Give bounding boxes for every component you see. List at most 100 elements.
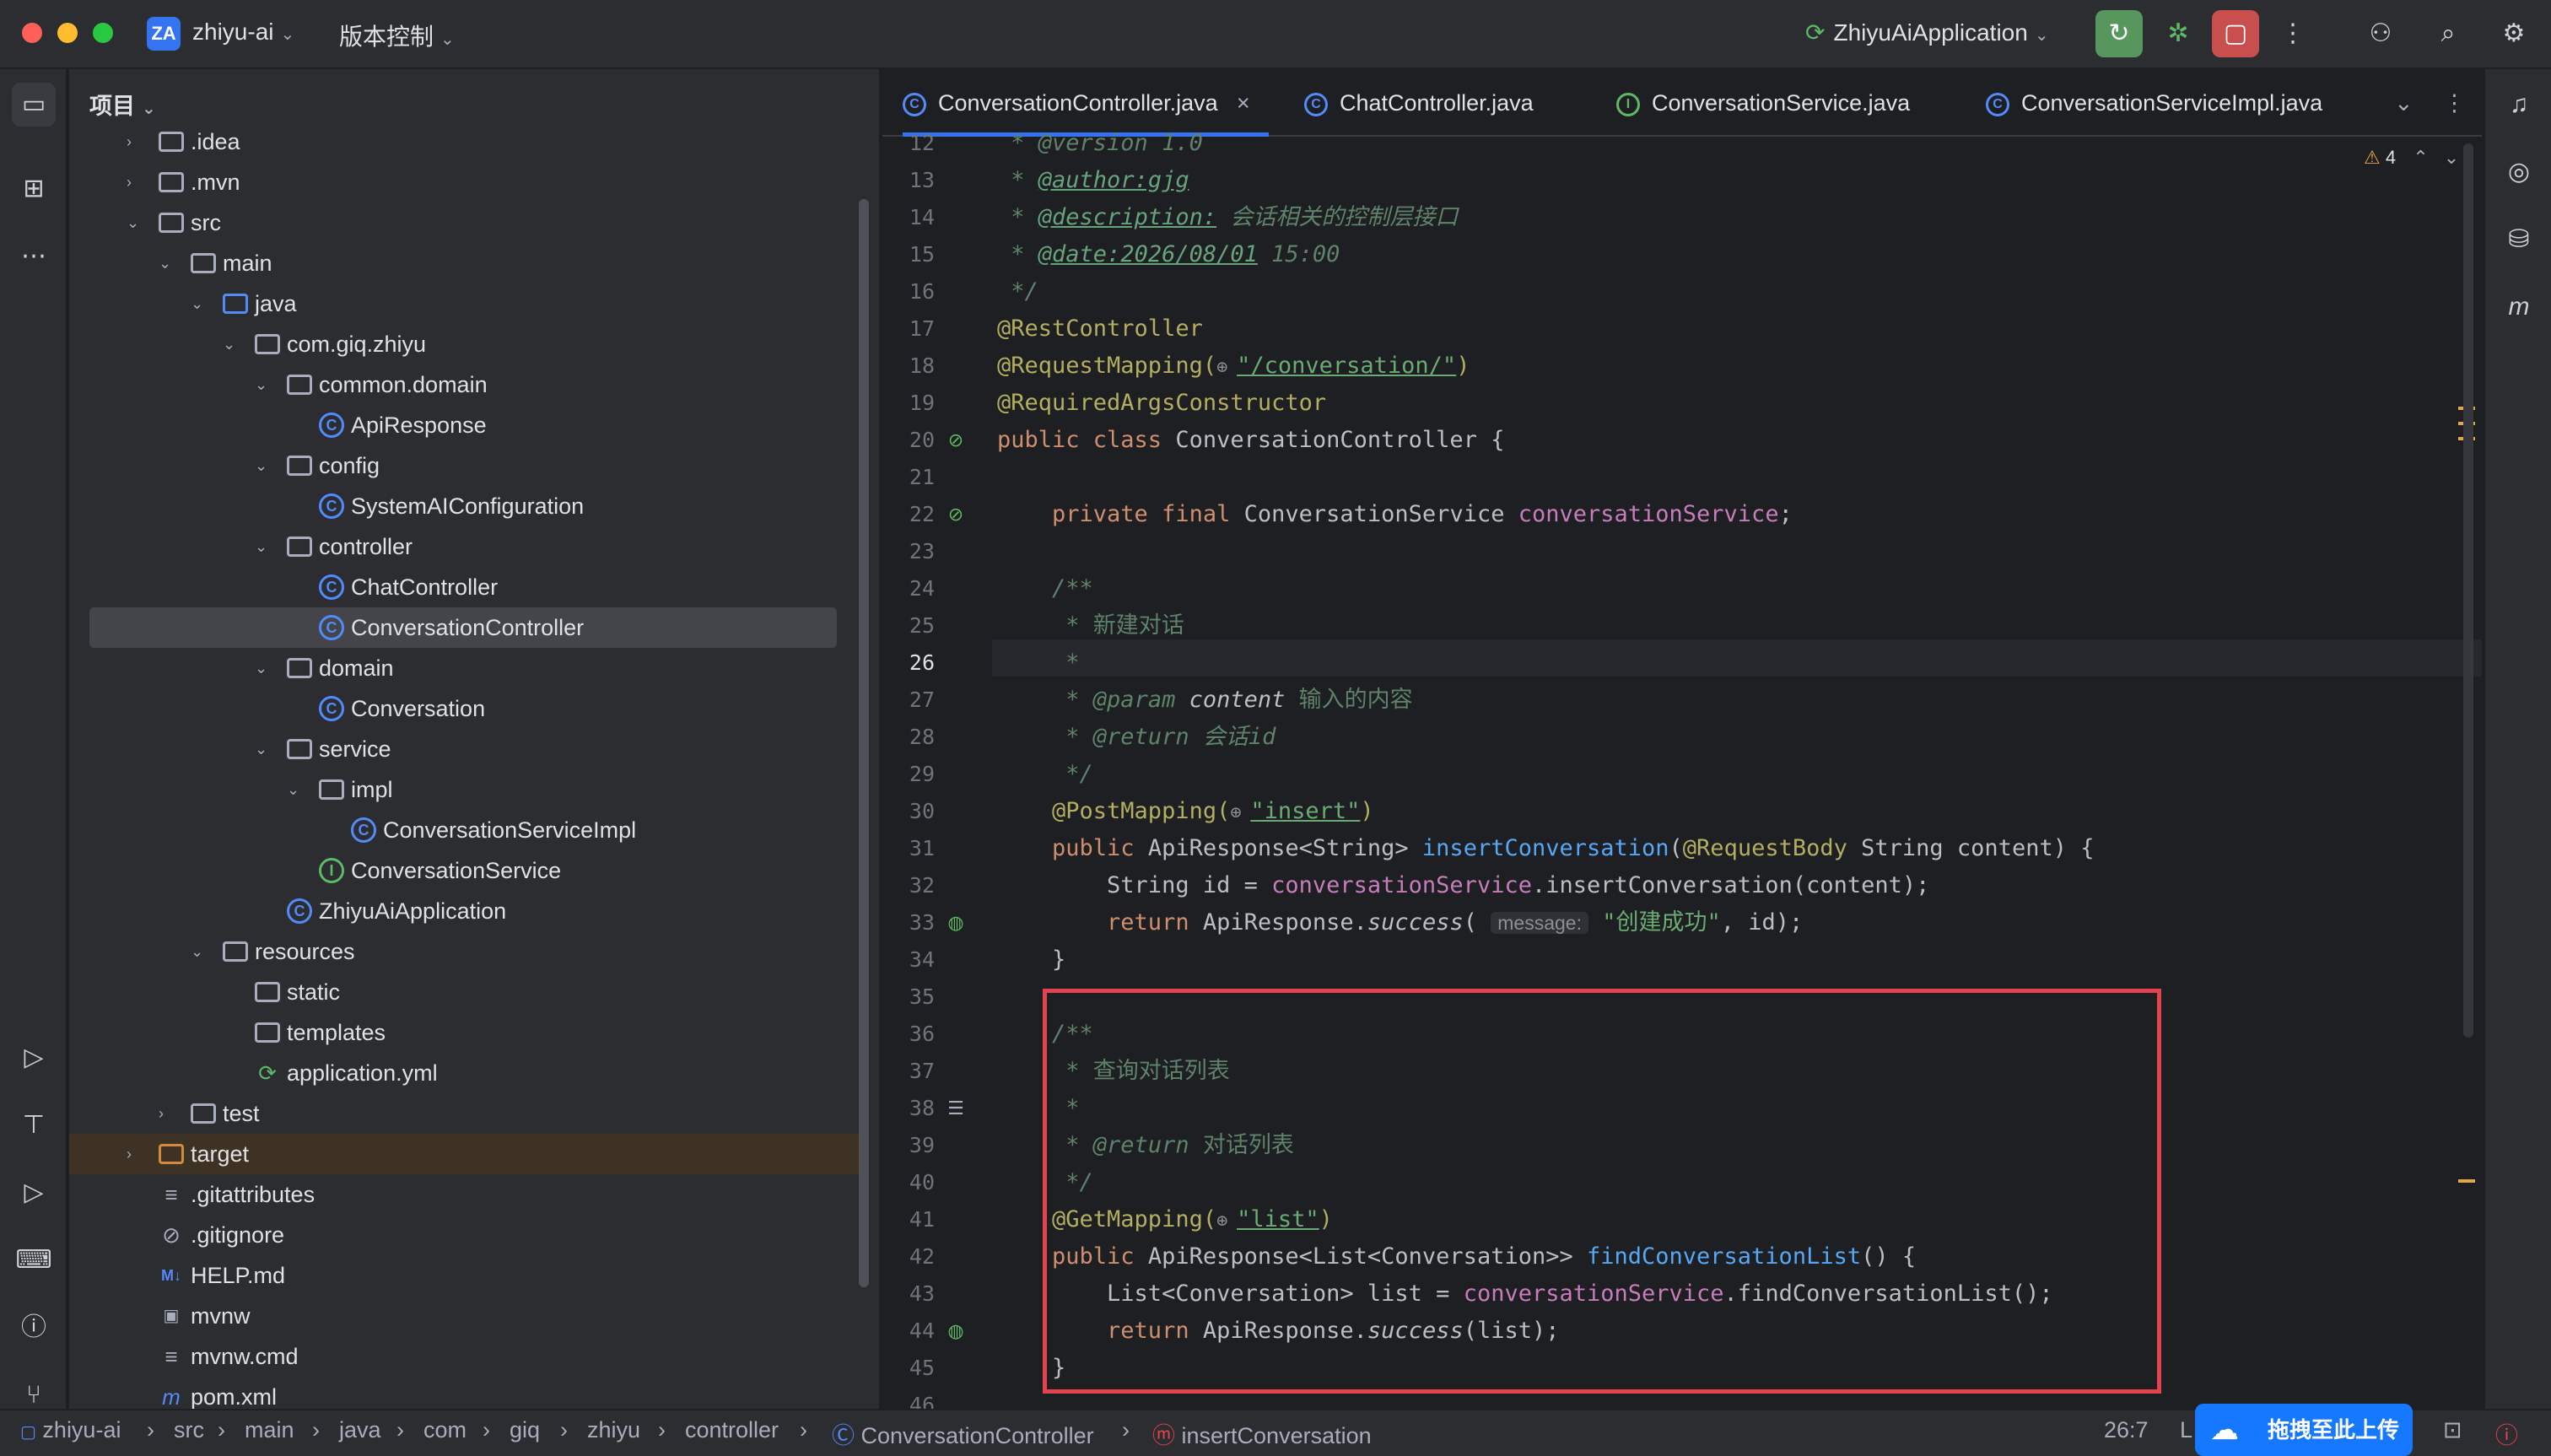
problems-icon[interactable]: ⓘ [12,1306,56,1350]
terminal-icon[interactable]: ⌨ [12,1238,56,1282]
tree-item[interactable]: ⌄ service [69,729,862,769]
code-line[interactable]: * @author:gjg [997,162,1189,199]
web-globe-icon[interactable]: ⊕ [1216,349,1237,386]
minimize-window-button[interactable] [57,23,78,43]
breadcrumb-method[interactable]: ⓜ insertConversation [1152,1417,1372,1450]
code-line[interactable]: * [997,644,1079,682]
tab-conversation-service-impl[interactable]: C ConversationServiceImpl.java [1986,69,2322,137]
breadcrumb-giq[interactable]: giq [510,1417,540,1443]
tree-item[interactable]: ⌄ config [69,445,862,486]
tab-list-chevron-down-icon[interactable]: ⌄ [2394,69,2413,137]
tab-more-icon[interactable]: ⋮ [2443,69,2466,137]
tree-item[interactable]: I ConversationService [69,850,862,891]
tree-item[interactable]: C ConversationServiceImpl [69,810,862,850]
close-window-button[interactable] [22,23,42,43]
tree-item[interactable]: m pom.xml [69,1377,862,1409]
tree-item[interactable]: ▣ mvnw [69,1296,862,1336]
tree-item[interactable]: ⟳ application.yml [69,1053,862,1093]
tree-item[interactable]: templates [69,1012,862,1053]
tree-item[interactable]: ⌄ java [69,283,862,324]
build-icon[interactable]: ⊤ [12,1103,56,1147]
doc-render-icon[interactable]: ☰ [943,1096,968,1121]
endpoint-gutter-icon[interactable]: ◍ [943,1318,968,1344]
notifications-icon[interactable]: ♫ [2497,83,2541,127]
debug-icon[interactable]: ✲ [2155,10,2202,57]
breadcrumb-java[interactable]: java [339,1417,381,1443]
tree-item[interactable]: C ChatController [69,567,862,607]
tab-conversation-service[interactable]: I ConversationService.java [1616,69,1910,137]
run-icon[interactable]: ▷ [12,1171,56,1215]
endpoint-gutter-icon[interactable]: ◍ [943,910,968,936]
run-config-selector[interactable]: ⟳ ZhiyuAiApplication ⌄ [1805,19,2049,46]
code-line[interactable]: public ApiResponse<String> insertConvers… [997,830,2094,867]
settings-icon[interactable]: ⚙ [2490,10,2538,57]
close-tab-icon[interactable]: × [1237,69,1250,137]
maven-icon[interactable]: m [2497,285,2541,329]
chevron-up-icon[interactable]: ⌃ [2413,147,2428,168]
code-line[interactable]: return ApiResponse.success( message: "创建… [997,904,1803,941]
line-separator-indicator[interactable]: L [2180,1417,2192,1443]
project-badge[interactable]: ZA [147,17,181,51]
autowired-gutter-icon[interactable]: ⊘ [943,502,968,527]
code-line[interactable]: String id = conversationService.insertCo… [997,867,1929,904]
tree-item[interactable]: C ApiResponse [69,405,862,445]
tree-item[interactable]: ⌄ main [69,243,862,283]
breadcrumb-src[interactable]: src [174,1417,204,1443]
ai-assistant-icon[interactable]: ◎ [2497,150,2541,194]
tree-item[interactable]: C Conversation [69,688,862,729]
code-line[interactable]: * @param content 输入的内容 [997,682,1412,719]
breadcrumb-controller[interactable]: controller [685,1417,779,1443]
tree-item[interactable]: › .idea [69,121,862,162]
code-line[interactable]: */ [997,273,1038,310]
add-user-icon[interactable]: ⚇ [2357,10,2404,57]
tree-item[interactable]: ⌄ controller [69,526,862,567]
breadcrumb-main[interactable]: main [245,1417,294,1443]
search-icon[interactable]: ⌕ [2424,10,2472,57]
code-line[interactable]: @RequestMapping(⊕ "/conversation/") [997,348,1470,385]
code-line[interactable]: */ [997,756,1093,793]
tree-item[interactable]: C ZhiyuAiApplication [69,891,862,931]
code-line[interactable]: * @version 1.0 [997,125,1203,162]
upload-drop-button[interactable]: ☁ 拖拽至此上传 [2195,1404,2413,1456]
tree-item[interactable]: M↓ HELP.md [69,1255,862,1296]
code-line[interactable]: /** [997,570,1093,607]
database-icon[interactable]: ⛁ [2497,218,2541,262]
breadcrumb-zhiyu[interactable]: zhiyu [587,1417,640,1443]
run-reload-icon[interactable]: ↻ [2095,10,2143,57]
code-line[interactable]: * @date:2026/08/01 15:00 [997,236,1340,273]
project-folder-icon[interactable]: ▭ [12,83,56,127]
tree-item[interactable]: ⌄ com.giq.zhiyu [69,324,862,364]
stop-icon[interactable]: ▢ [2212,10,2259,57]
tree-item[interactable]: › test [69,1093,862,1134]
tab-chat-controller[interactable]: C ChatController.java [1304,69,1534,137]
more-icon[interactable]: ⋮ [2269,10,2316,57]
chevron-down-icon[interactable]: ⌄ [2444,147,2459,168]
tree-item[interactable]: ⌄ impl [69,769,862,810]
tree-item-selected[interactable]: C ConversationController [89,607,837,648]
caret-position[interactable]: 26:7 [2104,1417,2149,1443]
tree-item[interactable]: ⌄ common.domain [69,364,862,405]
lock-icon[interactable]: ⊡ [2443,1417,2462,1443]
error-stripe-mark[interactable] [2458,1179,2475,1183]
code-line[interactable]: @RequiredArgsConstructor [997,385,1326,422]
code-line[interactable]: } [997,941,1065,979]
tree-item[interactable]: static [69,972,862,1012]
tree-item[interactable]: ≡ mvnw.cmd [69,1336,862,1377]
editor-scrollbar[interactable] [2463,143,2473,1038]
inspection-widget[interactable]: ⚠ 4 ⌃ ⌄ [2364,147,2459,169]
tree-item[interactable]: ⊘ .gitignore [69,1215,862,1255]
tree-item[interactable]: C SystemAIConfiguration [69,486,862,526]
breadcrumb-class[interactable]: Ⓒ ConversationController [832,1417,1094,1450]
code-line[interactable]: * @description: 会话相关的控制层接口 [997,199,1458,236]
zoom-window-button[interactable] [93,23,113,43]
code-line[interactable]: * 新建对话 [997,607,1184,644]
tree-item[interactable]: ⌄ src [69,202,862,243]
spring-bean-gutter-icon[interactable]: ⊘ [943,428,968,453]
code-line[interactable]: * @return 会话id [997,719,1276,756]
tree-item[interactable]: ⌄ domain [69,648,862,688]
code-line[interactable]: @RestController [997,310,1203,348]
structure-icon[interactable]: ⊞ [12,167,56,211]
vcs-menu[interactable]: 版本控制 ⌄ [339,19,455,52]
project-panel-scrollbar[interactable] [859,199,869,1287]
more-tools-icon[interactable]: ⋯ [12,235,56,278]
